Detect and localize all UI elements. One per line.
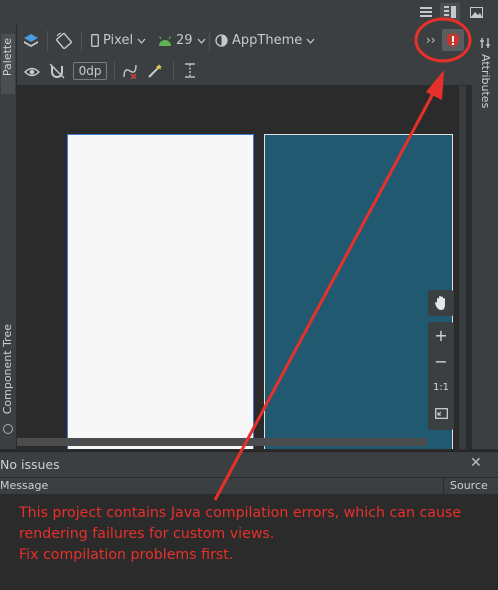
annotation-overlay: [213, 17, 472, 501]
annotation-arrow-shaft: [213, 87, 438, 501]
annotation-text: This project contains Java compilation e…: [19, 505, 462, 563]
annotation-arrow-head: [426, 70, 444, 100]
highlight-circle: [414, 17, 472, 63]
